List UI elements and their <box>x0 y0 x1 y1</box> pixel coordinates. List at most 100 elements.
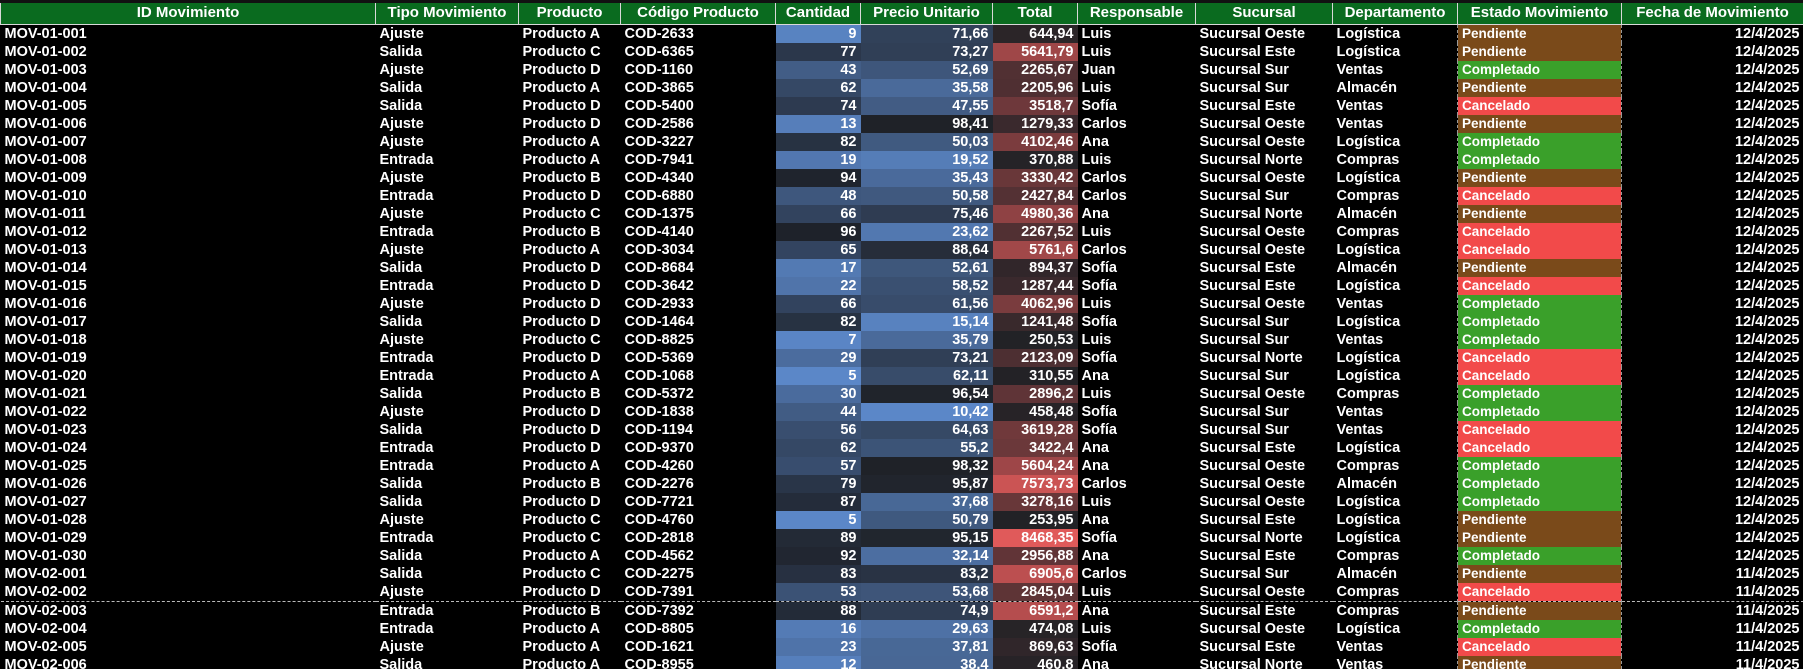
cell-id[interactable]: MOV-01-007 <box>0 133 376 151</box>
cell-estado[interactable]: Completado <box>1457 385 1622 403</box>
cell-producto[interactable]: Producto C <box>518 511 621 529</box>
cell-departamento[interactable]: Ventas <box>1332 61 1458 79</box>
cell-sucursal[interactable]: Sucursal Este <box>1195 259 1333 277</box>
cell-codigo[interactable]: COD-4760 <box>620 511 776 529</box>
cell-departamento[interactable]: Logística <box>1332 24 1458 43</box>
cell-precio[interactable]: 35,43 <box>860 169 993 187</box>
cell-codigo[interactable]: COD-2818 <box>620 529 776 547</box>
cell-tipo[interactable]: Salida <box>375 97 519 115</box>
cell-total[interactable]: 2123,09 <box>992 349 1078 367</box>
cell-tipo[interactable]: Salida <box>375 43 519 61</box>
cell-id[interactable]: MOV-01-020 <box>0 367 376 385</box>
cell-id[interactable]: MOV-01-001 <box>0 24 376 43</box>
cell-total[interactable]: 644,94 <box>992 24 1078 43</box>
cell-producto[interactable]: Producto B <box>518 223 621 241</box>
table-row[interactable]: MOV-02-004 Entrada Producto A COD-8805 16 29,… <box>0 620 1803 638</box>
cell-fecha[interactable]: 11/4/2025 <box>1621 601 1803 620</box>
cell-producto[interactable]: Producto D <box>518 313 621 331</box>
cell-codigo[interactable]: COD-4260 <box>620 457 776 475</box>
col-header-fecha[interactable]: Fecha de Movimiento <box>1621 0 1803 25</box>
cell-tipo[interactable]: Ajuste <box>375 331 519 349</box>
cell-cantidad[interactable]: 43 <box>775 61 861 79</box>
cell-tipo[interactable]: Ajuste <box>375 61 519 79</box>
cell-producto[interactable]: Producto A <box>518 457 621 475</box>
cell-codigo[interactable]: COD-1160 <box>620 61 776 79</box>
cell-total[interactable]: 310,55 <box>992 367 1078 385</box>
cell-responsable[interactable]: Luis <box>1077 223 1196 241</box>
cell-sucursal[interactable]: Sucursal Oeste <box>1195 457 1333 475</box>
cell-departamento[interactable]: Almacén <box>1332 205 1458 223</box>
cell-precio[interactable]: 74,9 <box>860 601 993 620</box>
table-row[interactable]: MOV-01-022 Ajuste Producto D COD-1838 44 10,4… <box>0 403 1803 421</box>
table-row[interactable]: MOV-02-003 Entrada Producto B COD-7392 88 74,… <box>0 601 1803 620</box>
cell-total[interactable]: 6905,6 <box>992 565 1078 583</box>
cell-responsable[interactable]: Juan <box>1077 61 1196 79</box>
cell-id[interactable]: MOV-01-030 <box>0 547 376 565</box>
table-row[interactable]: MOV-01-012 Entrada Producto B COD-4140 96 23,… <box>0 223 1803 241</box>
cell-departamento[interactable]: Compras <box>1332 457 1458 475</box>
cell-id[interactable]: MOV-01-023 <box>0 421 376 439</box>
cell-sucursal[interactable]: Sucursal Norte <box>1195 205 1333 223</box>
cell-cantidad[interactable]: 53 <box>775 583 861 602</box>
cell-estado[interactable]: Pendiente <box>1457 43 1622 61</box>
cell-estado[interactable]: Pendiente <box>1457 115 1622 133</box>
table-row[interactable]: MOV-02-005 Ajuste Producto A COD-1621 23 37,8… <box>0 638 1803 656</box>
table-row[interactable]: MOV-01-003 Ajuste Producto D COD-1160 43 52,6… <box>0 61 1803 79</box>
table-row[interactable]: MOV-01-007 Ajuste Producto A COD-3227 82 50,0… <box>0 133 1803 151</box>
cell-codigo[interactable]: COD-2933 <box>620 295 776 313</box>
cell-producto[interactable]: Producto A <box>518 24 621 43</box>
cell-cantidad[interactable]: 5 <box>775 511 861 529</box>
cell-fecha[interactable]: 12/4/2025 <box>1621 349 1803 367</box>
cell-precio[interactable]: 95,87 <box>860 475 993 493</box>
cell-cantidad[interactable]: 89 <box>775 529 861 547</box>
cell-codigo[interactable]: COD-7391 <box>620 583 776 602</box>
cell-producto[interactable]: Producto B <box>518 169 621 187</box>
table-row[interactable]: MOV-02-002 Ajuste Producto D COD-7391 53 53,6… <box>0 583 1803 602</box>
cell-cantidad[interactable]: 5 <box>775 367 861 385</box>
cell-producto[interactable]: Producto D <box>518 277 621 295</box>
cell-codigo[interactable]: COD-1194 <box>620 421 776 439</box>
cell-producto[interactable]: Producto C <box>518 529 621 547</box>
cell-total[interactable]: 5604,24 <box>992 457 1078 475</box>
cell-sucursal[interactable]: Sucursal Este <box>1195 439 1333 457</box>
cell-codigo[interactable]: COD-3227 <box>620 133 776 151</box>
table-row[interactable]: MOV-01-015 Entrada Producto D COD-3642 22 58,… <box>0 277 1803 295</box>
cell-sucursal[interactable]: Sucursal Sur <box>1195 79 1333 97</box>
col-header-id[interactable]: ID Movimiento <box>0 0 376 25</box>
cell-sucursal[interactable]: Sucursal Norte <box>1195 529 1333 547</box>
cell-responsable[interactable]: Carlos <box>1077 475 1196 493</box>
cell-id[interactable]: MOV-02-003 <box>0 601 376 620</box>
table-row[interactable]: MOV-01-027 Salida Producto D COD-7721 87 37,6… <box>0 493 1803 511</box>
cell-fecha[interactable]: 12/4/2025 <box>1621 277 1803 295</box>
cell-tipo[interactable]: Entrada <box>375 529 519 547</box>
cell-sucursal[interactable]: Sucursal Oeste <box>1195 583 1333 602</box>
cell-responsable[interactable]: Ana <box>1077 439 1196 457</box>
col-header-departamento[interactable]: Departamento <box>1332 0 1458 25</box>
cell-id[interactable]: MOV-02-004 <box>0 620 376 638</box>
table-row[interactable]: MOV-01-024 Entrada Producto D COD-9370 62 55,… <box>0 439 1803 457</box>
cell-precio[interactable]: 64,63 <box>860 421 993 439</box>
cell-tipo[interactable]: Ajuste <box>375 583 519 602</box>
cell-producto[interactable]: Producto B <box>518 601 621 620</box>
cell-estado[interactable]: Cancelado <box>1457 367 1622 385</box>
cell-precio[interactable]: 73,27 <box>860 43 993 61</box>
table-row[interactable]: MOV-01-016 Ajuste Producto D COD-2933 66 61,5… <box>0 295 1803 313</box>
cell-fecha[interactable]: 12/4/2025 <box>1621 187 1803 205</box>
table-row[interactable]: MOV-01-028 Ajuste Producto C COD-4760 5 50,79… <box>0 511 1803 529</box>
cell-producto[interactable]: Producto B <box>518 475 621 493</box>
cell-id[interactable]: MOV-01-011 <box>0 205 376 223</box>
cell-producto[interactable]: Producto C <box>518 565 621 583</box>
cell-total[interactable]: 5761,6 <box>992 241 1078 259</box>
cell-total[interactable]: 3518,7 <box>992 97 1078 115</box>
cell-departamento[interactable]: Logística <box>1332 620 1458 638</box>
cell-responsable[interactable]: Ana <box>1077 601 1196 620</box>
cell-sucursal[interactable]: Sucursal Sur <box>1195 313 1333 331</box>
cell-codigo[interactable]: COD-6880 <box>620 187 776 205</box>
cell-cantidad[interactable]: 12 <box>775 656 861 669</box>
cell-cantidad[interactable]: 79 <box>775 475 861 493</box>
cell-id[interactable]: MOV-01-024 <box>0 439 376 457</box>
cell-total[interactable]: 3619,28 <box>992 421 1078 439</box>
cell-responsable[interactable]: Sofía <box>1077 349 1196 367</box>
cell-cantidad[interactable]: 56 <box>775 421 861 439</box>
cell-estado[interactable]: Cancelado <box>1457 187 1622 205</box>
